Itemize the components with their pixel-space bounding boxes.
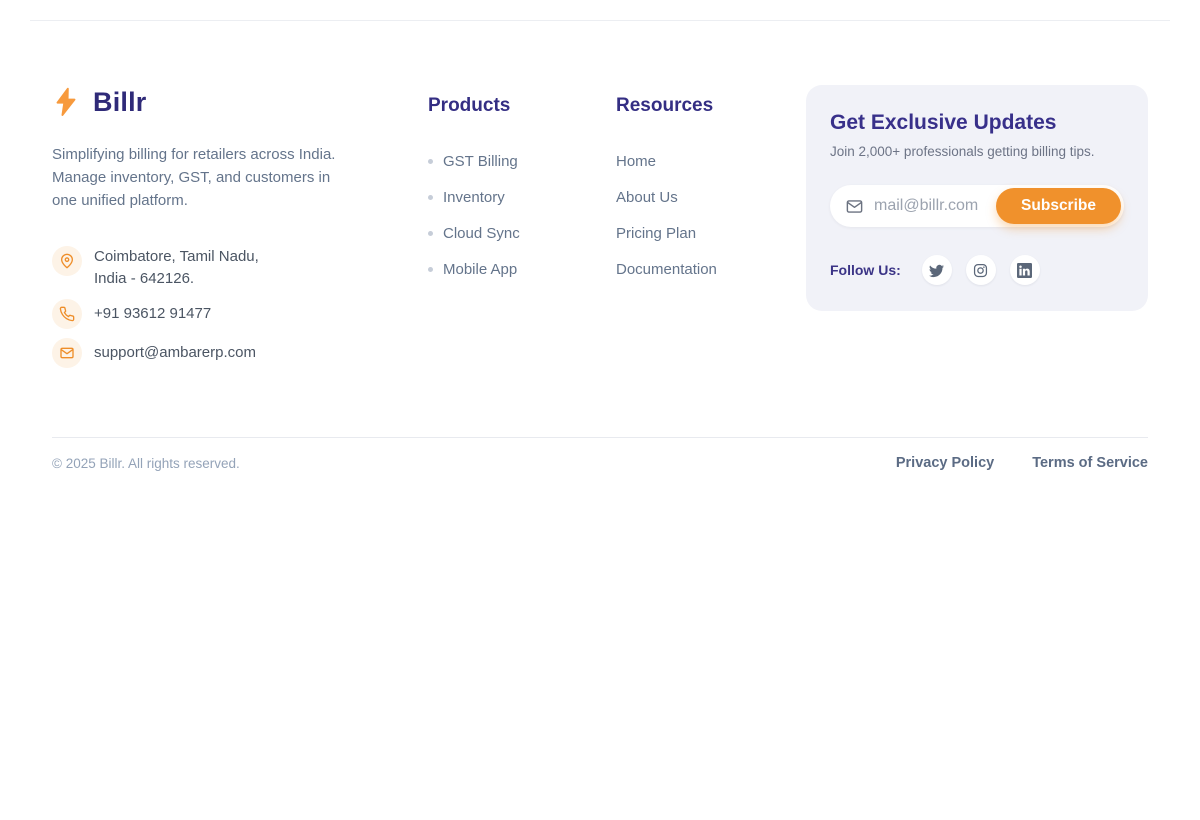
email-input[interactable] bbox=[874, 197, 1014, 215]
contact-email-text: support@ambarerp.com bbox=[94, 342, 256, 364]
page-footer: Billr Simplifying billing for retailers … bbox=[30, 20, 1170, 493]
link-label: Pricing Plan bbox=[616, 225, 696, 242]
resources-column: Resources Home About Us Pricing Plan Doc… bbox=[616, 85, 756, 295]
privacy-policy-link[interactable]: Privacy Policy bbox=[896, 455, 994, 471]
link-mobile-app[interactable]: Mobile App bbox=[428, 259, 578, 279]
brand-column: Billr Simplifying billing for retailers … bbox=[52, 85, 390, 377]
contact-email[interactable]: support@ambarerp.com bbox=[52, 338, 390, 368]
link-label: Mobile App bbox=[443, 261, 517, 278]
tagline-line: one unified platform. bbox=[52, 189, 390, 212]
brand-tagline: Simplifying billing for retailers across… bbox=[52, 143, 390, 212]
link-label: GST Billing bbox=[443, 153, 518, 170]
newsletter-subtitle: Join 2,000+ professionals getting billin… bbox=[830, 144, 1124, 159]
footer-bottom-bar: © 2025 Billr. All rights reserved. Priva… bbox=[52, 437, 1148, 493]
newsletter-title: Get Exclusive Updates bbox=[830, 111, 1124, 135]
phone-icon bbox=[52, 299, 82, 329]
address-line: India - 642126. bbox=[94, 268, 259, 290]
bullet-dot bbox=[428, 195, 433, 200]
map-pin-icon bbox=[52, 246, 82, 276]
contact-list: Coimbatore, Tamil Nadu, India - 642126. … bbox=[52, 246, 390, 368]
mail-icon bbox=[845, 197, 864, 216]
legal-links: Privacy Policy Terms of Service bbox=[896, 455, 1148, 471]
copyright-text: © 2025 Billr. All rights reserved. bbox=[52, 456, 240, 471]
twitter-button[interactable] bbox=[922, 255, 952, 285]
link-pricing-plan[interactable]: Pricing Plan bbox=[616, 223, 756, 243]
email-input-group: Subscribe bbox=[830, 185, 1124, 227]
instagram-button[interactable] bbox=[966, 255, 996, 285]
linkedin-button[interactable] bbox=[1010, 255, 1040, 285]
linkedin-icon bbox=[1017, 263, 1032, 278]
products-links: GST Billing Inventory Cloud Sync Mobile … bbox=[428, 151, 578, 279]
bullet-dot bbox=[428, 267, 433, 272]
link-label: Documentation bbox=[616, 261, 717, 278]
resources-links: Home About Us Pricing Plan Documentation bbox=[616, 151, 756, 279]
terms-of-service-link[interactable]: Terms of Service bbox=[1032, 455, 1148, 471]
link-gst-billing[interactable]: GST Billing bbox=[428, 151, 578, 171]
link-label: Cloud Sync bbox=[443, 225, 520, 242]
subscribe-button[interactable]: Subscribe bbox=[996, 188, 1121, 224]
follow-row: Follow Us: bbox=[830, 255, 1124, 285]
newsletter-card: Get Exclusive Updates Join 2,000+ profes… bbox=[806, 85, 1148, 311]
link-inventory[interactable]: Inventory bbox=[428, 187, 578, 207]
contact-address-text: Coimbatore, Tamil Nadu, India - 642126. bbox=[94, 246, 259, 290]
instagram-icon bbox=[973, 263, 988, 278]
tagline-line: Simplifying billing for retailers across… bbox=[52, 143, 390, 166]
products-column: Products GST Billing Inventory Cloud Syn… bbox=[428, 85, 578, 295]
brand-logo[interactable]: Billr bbox=[52, 85, 390, 119]
link-label: About Us bbox=[616, 189, 678, 206]
link-label: Home bbox=[616, 153, 656, 170]
twitter-icon bbox=[929, 263, 944, 278]
contact-phone-text: +91 93612 91477 bbox=[94, 303, 211, 325]
link-documentation[interactable]: Documentation bbox=[616, 259, 756, 279]
brand-name: Billr bbox=[93, 87, 147, 118]
mail-icon bbox=[52, 338, 82, 368]
products-heading: Products bbox=[428, 95, 578, 117]
address-line: Coimbatore, Tamil Nadu, bbox=[94, 246, 259, 268]
tagline-line: Manage inventory, GST, and customers in bbox=[52, 166, 390, 189]
link-label: Inventory bbox=[443, 189, 505, 206]
link-about-us[interactable]: About Us bbox=[616, 187, 756, 207]
contact-address: Coimbatore, Tamil Nadu, India - 642126. bbox=[52, 246, 390, 290]
bullet-dot bbox=[428, 159, 433, 164]
link-home[interactable]: Home bbox=[616, 151, 756, 171]
bullet-dot bbox=[428, 231, 433, 236]
follow-label: Follow Us: bbox=[830, 262, 901, 278]
lightning-bolt-icon bbox=[52, 87, 80, 117]
contact-phone[interactable]: +91 93612 91477 bbox=[52, 299, 390, 329]
resources-heading: Resources bbox=[616, 95, 756, 117]
link-cloud-sync[interactable]: Cloud Sync bbox=[428, 223, 578, 243]
